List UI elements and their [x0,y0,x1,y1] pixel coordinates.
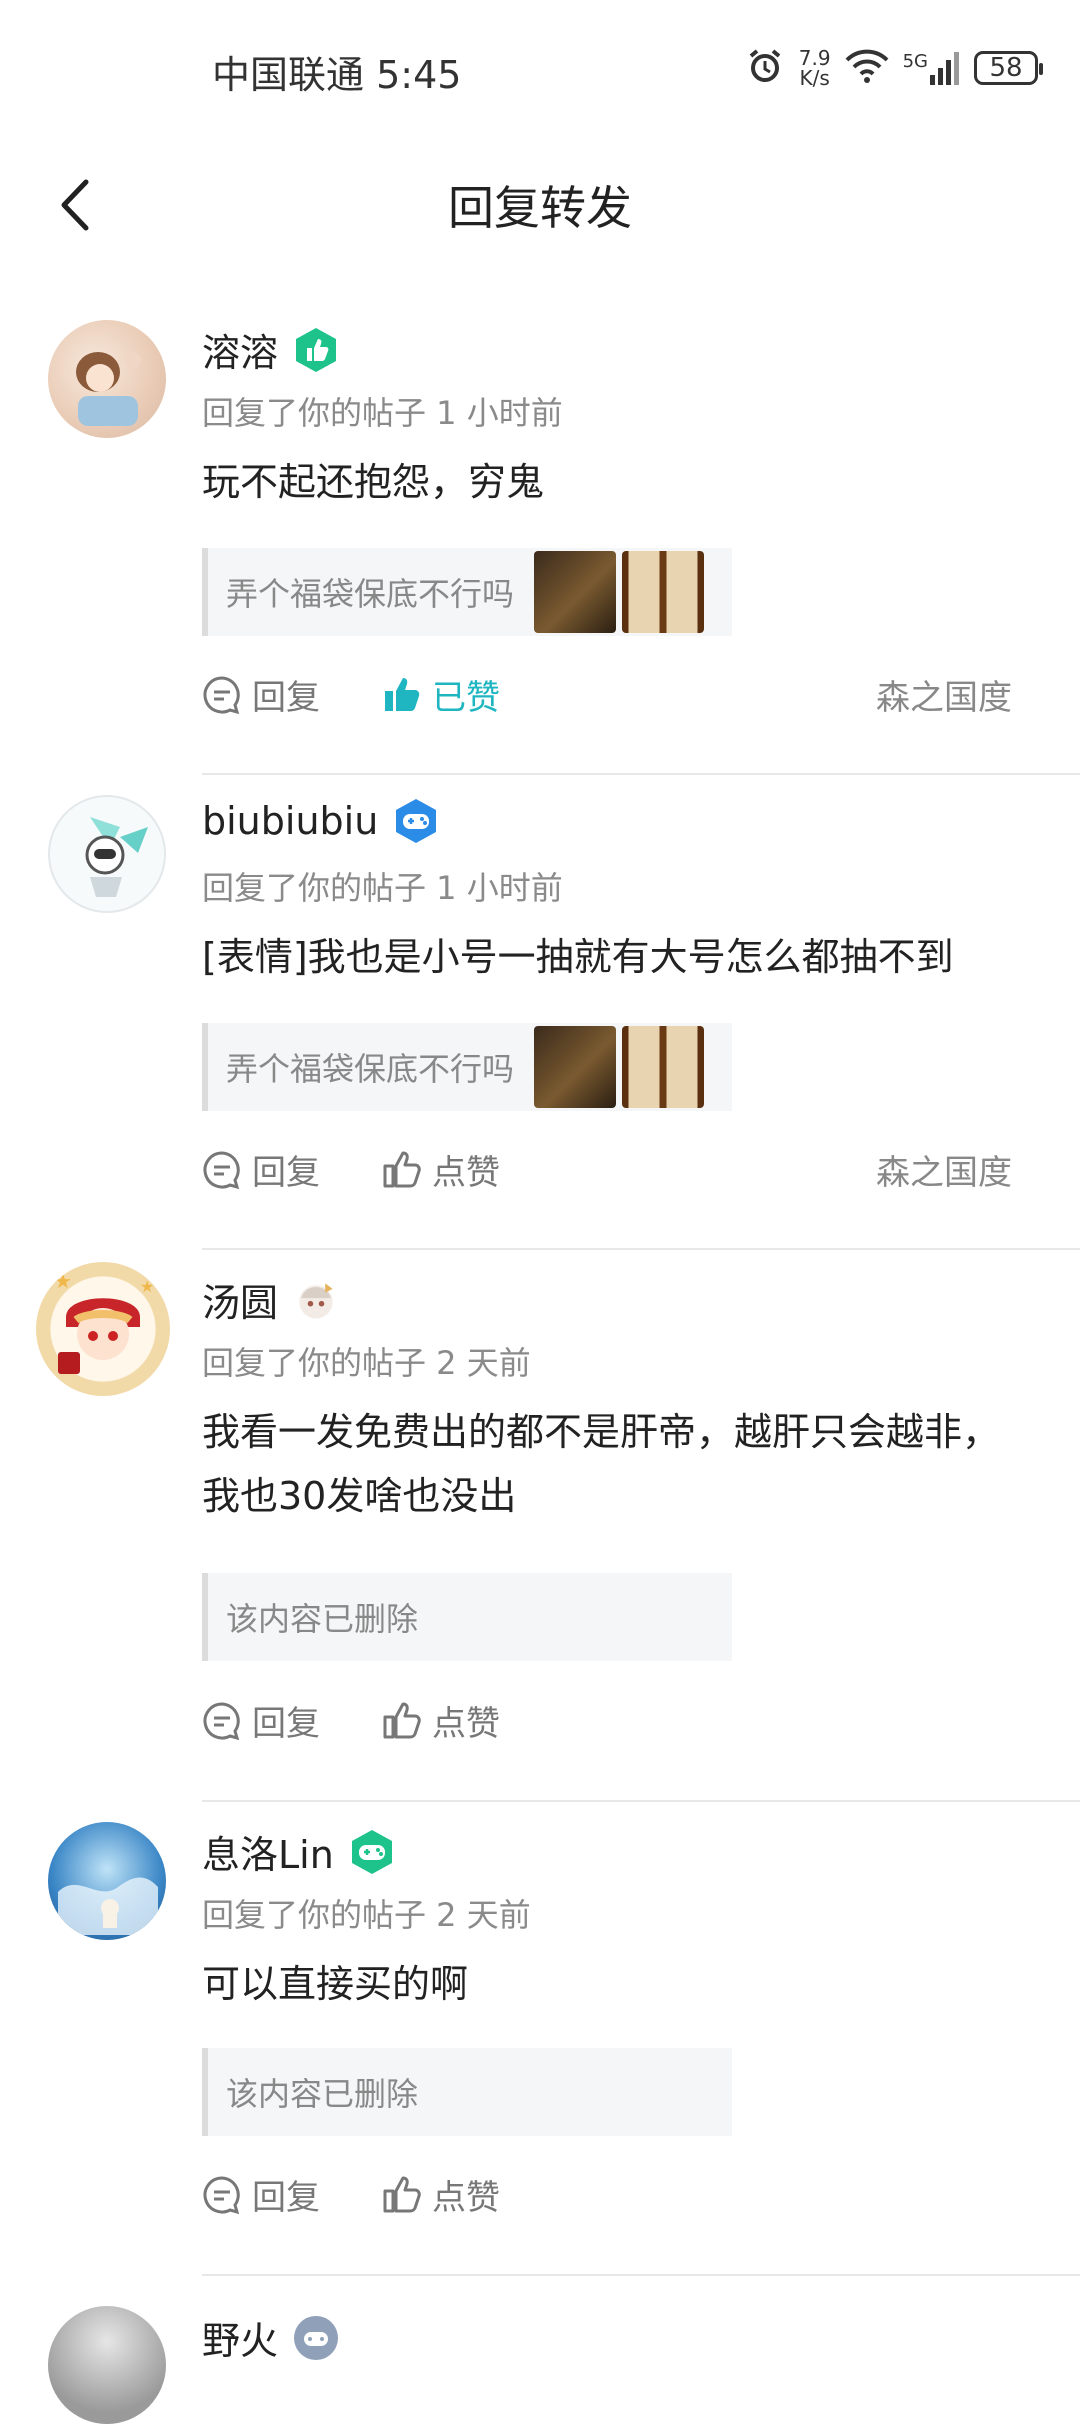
username[interactable]: 息洛Lin [202,1824,334,1879]
carrier-time: 中国联通 5:45 [212,44,461,99]
net-speed: 7.9 K/s [798,46,831,90]
quote-thumbnail [622,1026,705,1108]
user-row: 溶溶 [202,322,340,377]
thumbs-up-icon [383,2176,421,2212]
quote-thumbnail [534,551,617,633]
reply-content: [表情]我也是小号一抽就有大号怎么都抽不到 [202,935,954,979]
quoted-post[interactable]: 弄个福袋保底不行吗 [202,1023,732,1111]
clock: 5:45 [376,53,462,97]
reply-meta: 回复了你的帖子 2 天前 [202,1344,531,1382]
reply-content: 可以直接买的啊 [202,1962,469,2006]
quote-thumbnail [622,551,705,633]
like-button[interactable]: 点赞 [382,1145,500,1194]
action-bar: 回复 点赞 [202,1696,1012,1745]
quote-thumbnail [534,1026,617,1108]
like-button[interactable]: 已赞 [382,670,500,719]
character-badge-icon [292,1276,340,1324]
reply-button[interactable]: 回复 [202,1145,320,1194]
quote-text: 该内容已删除 [226,1600,419,1638]
username[interactable]: 汤圆 [202,1272,278,1327]
comment-icon [203,675,240,714]
user-row: 息洛Lin [202,1824,396,1879]
user-row: biubiubiu [202,797,440,845]
avatar[interactable]: ★ ★ [36,1262,170,1396]
reply-item[interactable]: ★ ★ 汤圆 回复了你的帖子 2 天前 我看一发免费出的都不是肝帝，越肝只会越非，… [0,1250,1080,1802]
gamepad-badge-icon [348,1828,396,1876]
reply-item[interactable]: 息洛Lin 回复了你的帖子 2 天前 可以直接买的啊 该内容已删除 回复 点赞 [0,1802,1080,2276]
action-bar: 回复 点赞 森之国度 [202,1145,1012,1194]
forum-name[interactable]: 森之国度 [876,670,1012,719]
user-row: 汤圆 [202,1272,340,1327]
controller-badge-icon [292,2314,340,2362]
username[interactable]: biubiubiu [202,799,378,843]
signal-icon: 5G [903,51,960,85]
like-label: 点赞 [432,1153,500,1193]
like-label: 已赞 [432,678,500,718]
username[interactable]: 溶溶 [202,322,278,377]
comment-icon [203,2175,240,2214]
comment-icon [203,1150,240,1189]
comment-icon [203,1701,240,1740]
quote-text: 弄个福袋保底不行吗 [226,575,515,613]
forum-name[interactable]: 森之国度 [876,1145,1012,1194]
like-button[interactable]: 点赞 [382,1696,500,1745]
nav-header: 回复转发 [0,150,1080,260]
gamepad-badge-icon [392,797,440,845]
reply-meta: 回复了你的帖子 1 小时前 [202,869,563,907]
reply-list: 溶溶 回复了你的帖子 1 小时前 玩不起还抱怨，穷鬼 弄个福袋保底不行吗 回复 … [0,300,1080,2424]
reply-button[interactable]: 回复 [202,2170,320,2219]
avatar[interactable] [48,1822,166,1940]
battery-indicator: 58 [974,51,1043,85]
avatar[interactable] [48,320,166,438]
reply-meta: 回复了你的帖子 1 小时前 [202,394,563,432]
like-label: 点赞 [432,1704,500,1744]
carrier-name: 中国联通 [212,53,365,97]
reply-label: 回复 [252,1704,320,1744]
like-label: 点赞 [432,2178,500,2218]
quote-text: 该内容已删除 [226,2075,419,2113]
thumbs-up-icon [383,1702,421,1738]
wifi-icon [845,48,889,88]
reply-label: 回复 [252,2178,320,2218]
avatar[interactable] [48,795,166,913]
reply-meta: 回复了你的帖子 2 天前 [202,1896,531,1934]
quoted-post[interactable]: 该内容已删除 [202,1573,732,1661]
thumbs-up-filled-icon [385,677,420,711]
action-bar: 回复 点赞 [202,2170,1012,2219]
reply-item[interactable]: 溶溶 回复了你的帖子 1 小时前 玩不起还抱怨，穷鬼 弄个福袋保底不行吗 回复 … [0,300,1080,775]
page-title: 回复转发 [448,181,632,235]
reply-label: 回复 [252,1153,320,1193]
reply-item[interactable]: 野火 [0,2276,1080,2424]
svg-text:★: ★ [140,1277,154,1296]
quoted-post[interactable]: 弄个福袋保底不行吗 [202,548,732,636]
avatar[interactable] [48,2306,166,2424]
reply-label: 回复 [252,678,320,718]
status-bar: 中国联通 5:45 7.9 K/s 5G 58 [0,0,1080,120]
reply-button[interactable]: 回复 [202,670,320,719]
quote-text: 弄个福袋保底不行吗 [226,1050,515,1088]
like-button[interactable]: 点赞 [382,2170,500,2219]
quote-images [534,551,705,633]
action-bar: 回复 已赞 森之国度 [202,670,1012,719]
thumb-badge-icon [292,326,340,374]
quote-images [534,1026,705,1108]
reply-button[interactable]: 回复 [202,1696,320,1745]
reply-content: 我看一发免费出的都不是肝帝，越肝只会越非，我也30发啥也没出 [202,1410,1001,1518]
reply-item[interactable]: biubiubiu 回复了你的帖子 1 小时前 [表情]我也是小号一抽就有大号怎… [0,775,1080,1250]
thumbs-up-icon [383,1151,421,1187]
quoted-post[interactable]: 该内容已删除 [202,2048,732,2136]
svg-text:★: ★ [54,1269,72,1293]
status-icons: 7.9 K/s 5G 58 [745,46,1043,90]
reply-content: 玩不起还抱怨，穷鬼 [202,460,545,504]
username[interactable]: 野火 [202,2310,278,2365]
alarm-icon [745,46,785,90]
user-row: 野火 [202,2310,340,2365]
